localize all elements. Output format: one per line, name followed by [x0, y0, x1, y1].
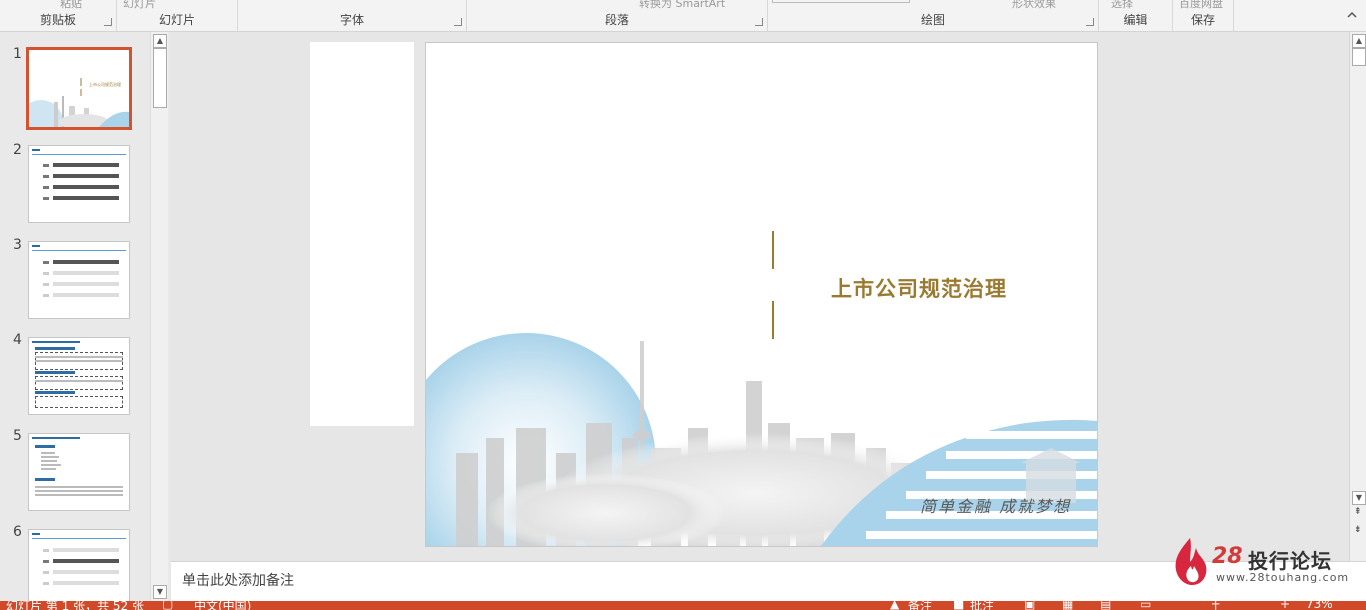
- new-slide-button-label[interactable]: 幻灯片: [123, 0, 156, 11]
- spellcheck-icon[interactable]: ▢: [162, 601, 173, 610]
- notes-toggle-icon[interactable]: ▲: [890, 601, 899, 610]
- ribbon: 粘贴 剪贴板 幻灯片 幻灯片 字体 转换为 SmartArt 段落 形状效果 绘…: [0, 0, 1366, 32]
- ribbon-group-clipboard: 粘贴 剪贴板: [0, 0, 117, 31]
- slide-thumbnails-pane: 1 上市公司规范治理 2 3 4 5 6 ▲ ▼: [0, 32, 170, 603]
- slide-shadow-panel: [310, 42, 414, 426]
- font-dialog-launcher-icon[interactable]: [454, 18, 462, 26]
- slide-thumbnail-1[interactable]: 上市公司规范治理: [26, 47, 132, 130]
- slide-thumbnail-6[interactable]: [28, 529, 130, 603]
- shapes-gallery[interactable]: [772, 0, 910, 3]
- baidu-netdisk-button-label[interactable]: 百度网盘: [1179, 0, 1223, 11]
- watermark-url: www.28touhang.com: [1216, 571, 1350, 584]
- previous-slide-icon[interactable]: ⇞: [1354, 508, 1362, 517]
- zoom-in-icon[interactable]: +: [1280, 601, 1290, 610]
- zoom-level[interactable]: 73%: [1306, 601, 1333, 610]
- ribbon-group-editing: 选择 编辑: [1099, 0, 1173, 31]
- slide-scroll-thumb[interactable]: [1352, 48, 1366, 66]
- paragraph-label: 段落: [604, 13, 629, 27]
- slide-scroll-up-icon[interactable]: ▲: [1352, 34, 1366, 48]
- thumbnail-1-title: 上市公司规范治理: [89, 82, 121, 87]
- scroll-up-arrow-icon[interactable]: ▲: [153, 34, 167, 48]
- slide-number-6: 6: [13, 524, 22, 540]
- thumbnails-scrollbar[interactable]: ▲ ▼: [150, 32, 168, 601]
- slide-slogan: 简单金融 成就梦想: [920, 497, 1072, 516]
- slide-scroll-down-icon[interactable]: ▼: [1352, 491, 1366, 505]
- normal-view-icon[interactable]: ▣: [1024, 601, 1035, 610]
- notes-placeholder[interactable]: 单击此处添加备注: [182, 570, 294, 590]
- collapse-ribbon-icon[interactable]: [1346, 9, 1358, 21]
- slide-thumbnail-5[interactable]: [28, 433, 130, 511]
- flame-icon: [1175, 538, 1207, 585]
- scroll-down-arrow-icon[interactable]: ▼: [153, 585, 167, 599]
- status-bar: 幻灯片 第 1 张，共 52 张 ▢ 中文(中国) ▲ 备注 ■ 批注 ▣ ▦ …: [0, 601, 1366, 610]
- watermark-logo: 28 投行论坛 www.28touhang.com: [1172, 536, 1362, 586]
- slide-count-status: 幻灯片 第 1 张，共 52 张: [6, 601, 144, 610]
- thumbnails-scroll-thumb[interactable]: [153, 48, 167, 108]
- save-label: 保存: [1190, 13, 1215, 27]
- ribbon-group-slides: 幻灯片 幻灯片: [117, 0, 238, 31]
- title-divider-bottom: [772, 301, 774, 339]
- drawing-dialog-launcher-icon[interactable]: [1086, 18, 1094, 26]
- slide-number-5: 5: [13, 428, 22, 444]
- slideshow-icon[interactable]: ▭: [1140, 601, 1151, 610]
- select-button-label[interactable]: 选择: [1111, 0, 1133, 11]
- reading-view-icon[interactable]: ▤: [1100, 601, 1111, 610]
- slide-thumbnail-4[interactable]: [28, 337, 130, 415]
- ribbon-group-font: 字体: [238, 0, 467, 31]
- font-label: 字体: [339, 13, 364, 27]
- paragraph-dialog-launcher-icon[interactable]: [755, 18, 763, 26]
- slide-sorter-icon[interactable]: ▦: [1062, 601, 1073, 610]
- ribbon-group-save: 百度网盘 保存: [1173, 0, 1234, 31]
- notes-toggle[interactable]: 备注: [908, 601, 932, 610]
- shape-effects-button-label[interactable]: 形状效果: [1012, 0, 1056, 11]
- title-divider-top: [772, 231, 774, 269]
- smartart-button-label[interactable]: 转换为 SmartArt: [639, 0, 725, 11]
- paste-button-label[interactable]: 粘贴: [60, 0, 82, 11]
- language-status[interactable]: 中文(中国): [194, 601, 251, 610]
- comments-icon[interactable]: ■: [953, 601, 964, 610]
- slide-thumbnail-3[interactable]: [28, 241, 130, 319]
- watermark-name: 投行论坛: [1248, 549, 1332, 573]
- slide-number-1: 1: [13, 46, 22, 62]
- comments-toggle[interactable]: 批注: [970, 601, 994, 610]
- slides-label: 幻灯片: [158, 13, 195, 27]
- ribbon-group-drawing: 形状效果 绘图: [768, 0, 1099, 31]
- ribbon-group-paragraph: 转换为 SmartArt 段落: [467, 0, 768, 31]
- slide-thumbnail-2[interactable]: [28, 145, 130, 223]
- zoom-slider[interactable]: ┼: [1212, 601, 1219, 610]
- slide-number-4: 4: [13, 332, 22, 348]
- next-slide-icon[interactable]: ⇟: [1354, 526, 1362, 535]
- drawing-label: 绘图: [920, 13, 945, 27]
- clipboard-dialog-launcher-icon[interactable]: [104, 18, 112, 26]
- editing-label: 编辑: [1123, 13, 1148, 27]
- current-slide[interactable]: 上市公司规范治理 简单金融 成就梦想: [425, 42, 1098, 547]
- slide-scrollbar[interactable]: ▲ ▼ ⇞ ⇟: [1349, 32, 1366, 561]
- slide-number-3: 3: [13, 237, 22, 253]
- watermark-number: 28: [1212, 544, 1243, 569]
- thumbnail-cityscape: [29, 78, 129, 127]
- clipboard-label: 剪贴板: [39, 13, 76, 27]
- slide-number-2: 2: [13, 142, 22, 158]
- slide-title[interactable]: 上市公司规范治理: [831, 273, 1007, 303]
